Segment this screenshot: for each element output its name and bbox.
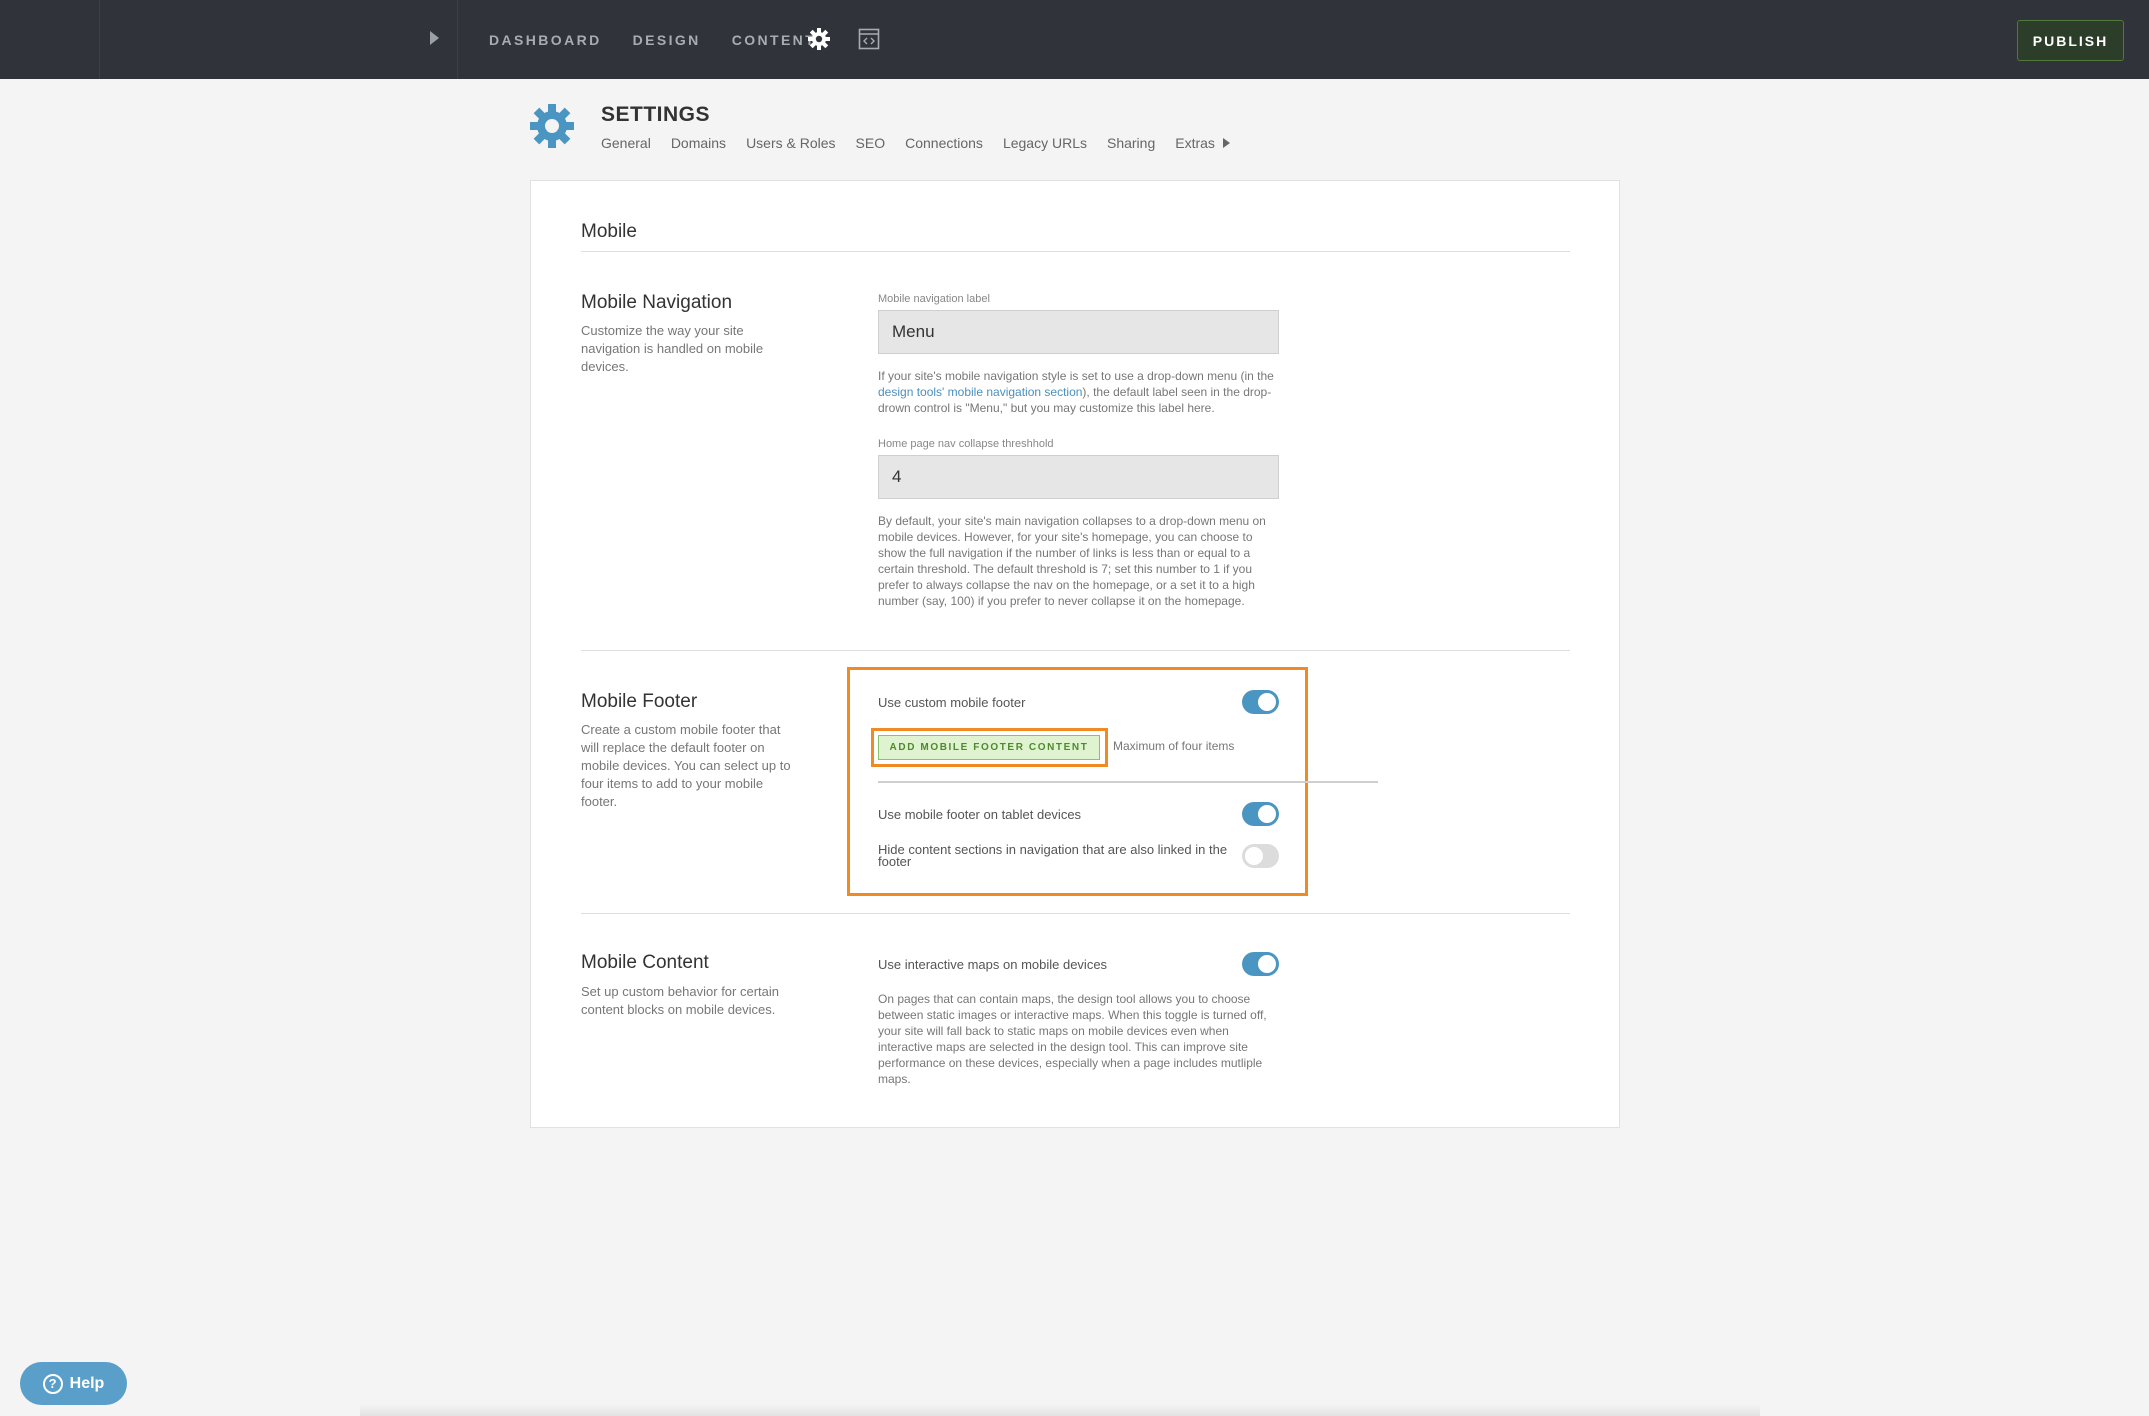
nav-content[interactable]: CONTENT	[732, 32, 816, 48]
hide-sections-toggle[interactable]	[1242, 844, 1279, 868]
mobile-nav-label-input[interactable]	[878, 310, 1279, 354]
help-button-label: Help	[69, 1374, 105, 1392]
mobile-nav-label-help: If your site's mobile navigation style i…	[878, 368, 1278, 416]
nav-dashboard[interactable]: DASHBOARD	[489, 32, 602, 48]
mobile-nav-label-field-label: Mobile navigation label	[878, 293, 990, 305]
tab-general[interactable]: General	[601, 135, 651, 151]
divider	[581, 650, 1570, 651]
divider	[581, 913, 1570, 914]
interactive-maps-toggle[interactable]	[1242, 952, 1279, 976]
settings-tabs: General Domains Users & Roles SEO Connec…	[601, 135, 1230, 151]
divider	[878, 781, 1378, 783]
mobile-navigation-heading: Mobile Navigation	[581, 292, 733, 313]
add-mobile-footer-content-button[interactable]: ADD MOBILE FOOTER CONTENT	[878, 735, 1100, 760]
max-items-note: Maximum of four items	[1113, 739, 1235, 753]
divider	[99, 0, 100, 79]
bottom-shadow	[360, 1404, 1760, 1416]
interactive-maps-help: On pages that can contain maps, the desi…	[878, 992, 1267, 1086]
settings-gear-icon	[530, 104, 574, 148]
tab-connections[interactable]: Connections	[905, 135, 983, 151]
tablet-footer-label: Use mobile footer on tablet devices	[878, 807, 1082, 822]
top-bar: DASHBOARD DESIGN CONTENT PUBLISH	[0, 0, 2149, 79]
mobile-footer-heading: Mobile Footer	[581, 691, 698, 712]
help-text: If your site's mobile navigation style i…	[878, 369, 1274, 383]
toggle-knob	[1258, 805, 1276, 823]
tab-sharing[interactable]: Sharing	[1107, 135, 1155, 151]
publish-button[interactable]: PUBLISH	[2017, 20, 2124, 61]
toggle-knob	[1258, 955, 1276, 973]
mobile-footer-description: Create a custom mobile footer that will …	[581, 722, 791, 809]
tab-legacy-urls[interactable]: Legacy URLs	[1003, 135, 1087, 151]
settings-panel: Mobile Mobile Navigation Customize the w…	[530, 180, 1620, 1128]
mobile-navigation-description: Customize the way your site navigation i…	[581, 323, 764, 374]
page-title: SETTINGS	[601, 103, 711, 126]
mobile-content-description: Set up custom behavior for certain conte…	[581, 984, 779, 1017]
tab-extras[interactable]: Extras	[1175, 135, 1215, 151]
toggle-knob	[1258, 693, 1276, 711]
tablet-footer-toggle[interactable]	[1242, 802, 1279, 826]
section-title: Mobile	[581, 221, 637, 242]
code-editor-icon[interactable]	[858, 28, 880, 50]
divider	[457, 0, 458, 79]
custom-footer-toggle[interactable]	[1242, 690, 1279, 714]
mobile-content-heading: Mobile Content	[581, 952, 709, 973]
chevron-right-icon[interactable]	[1222, 138, 1230, 148]
question-mark-icon: ?	[42, 1373, 63, 1394]
design-tools-link[interactable]: design tools' mobile navigation section	[878, 385, 1082, 399]
help-button[interactable]: ? Help	[20, 1362, 127, 1405]
interactive-maps-label: Use interactive maps on mobile devices	[878, 957, 1108, 972]
threshold-help: By default, your site's main navigation …	[878, 514, 1266, 608]
threshold-field-label: Home page nav collapse threshhold	[878, 438, 1054, 450]
expand-sidebar-icon[interactable]	[430, 31, 439, 45]
threshold-input[interactable]	[878, 455, 1279, 499]
tab-domains[interactable]: Domains	[671, 135, 726, 151]
main-nav: DASHBOARD DESIGN CONTENT	[489, 0, 847, 79]
hide-sections-label: Hide content sections in navigation that…	[878, 842, 1228, 869]
settings-gear-icon[interactable]	[807, 27, 831, 51]
toggle-knob	[1245, 847, 1263, 865]
nav-design[interactable]: DESIGN	[633, 32, 701, 48]
custom-footer-label: Use custom mobile footer	[878, 695, 1026, 710]
divider	[581, 251, 1570, 252]
tab-users-roles[interactable]: Users & Roles	[746, 135, 835, 151]
tab-seo[interactable]: SEO	[856, 135, 886, 151]
